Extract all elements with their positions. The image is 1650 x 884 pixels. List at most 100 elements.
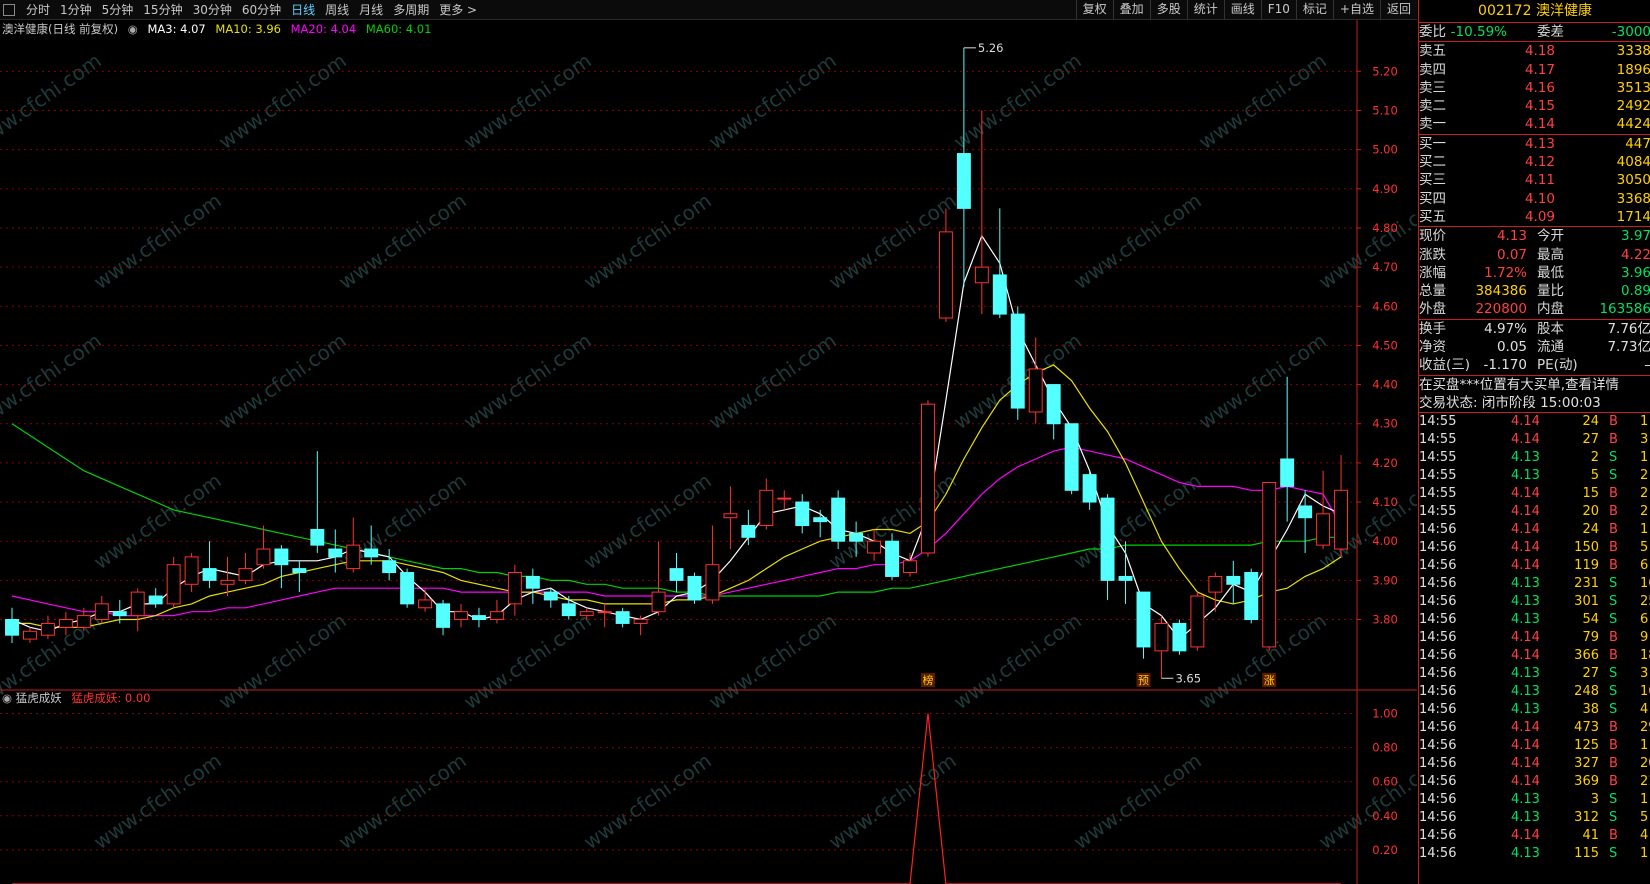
candle[interactable] (436, 599, 451, 636)
stat-label: 股本 (1537, 320, 1564, 337)
ask-level-row: 卖三 4.16 3513 (1419, 79, 1650, 97)
candle[interactable] (507, 564, 522, 616)
candle[interactable] (471, 607, 486, 628)
candle[interactable] (1316, 470, 1331, 550)
candle[interactable] (1082, 470, 1097, 510)
candle[interactable] (202, 541, 217, 589)
tick-time: 14:56 (1419, 719, 1457, 735)
candle-body (130, 591, 145, 617)
ask-level-volume: 1896 (1616, 61, 1650, 78)
candle[interactable] (1190, 592, 1205, 651)
bid-level-row: 买四 4.10 3368 (1419, 190, 1650, 208)
candle[interactable] (687, 572, 702, 604)
tick-price: 4.13 (1511, 593, 1540, 609)
tick-time: 14:55 (1419, 467, 1457, 483)
candle[interactable] (1118, 541, 1133, 604)
candle[interactable] (1064, 423, 1079, 495)
candle[interactable] (274, 545, 289, 589)
candle[interactable] (1244, 568, 1259, 624)
tick-price: 4.13 (1511, 449, 1540, 465)
candle[interactable] (615, 607, 630, 628)
candle[interactable] (1136, 591, 1151, 659)
tick-price: 4.13 (1511, 809, 1540, 825)
candle[interactable] (795, 494, 810, 534)
candle-body (956, 153, 971, 209)
candle[interactable] (1154, 615, 1169, 679)
candle[interactable] (454, 603, 468, 628)
candle[interactable] (920, 400, 935, 557)
candle[interactable] (723, 486, 738, 550)
watermark-text: www.cfchi.com (579, 468, 716, 574)
tick-volume: 79 (1582, 629, 1599, 645)
candle-body (777, 497, 792, 500)
candle[interactable] (525, 568, 540, 604)
candle[interactable] (651, 541, 666, 616)
candle[interactable] (1262, 481, 1277, 651)
candle[interactable] (669, 552, 684, 593)
price-tick-label: 4.20 (1372, 456, 1398, 470)
candle[interactable] (1334, 455, 1349, 557)
candle[interactable] (166, 556, 181, 608)
indicator-settings-icon[interactable]: ◉ (2, 691, 12, 705)
tick-count: 6 (1640, 611, 1649, 627)
kline-chart[interactable]: www.cfchi.com www.cfchi.com www.cfchi.com w… (0, 0, 1417, 884)
candle-body (1046, 384, 1061, 425)
candle[interactable] (1172, 619, 1187, 655)
stat-label: 最高 (1537, 246, 1564, 263)
candle[interactable] (1010, 306, 1025, 420)
candle[interactable] (831, 490, 846, 550)
candle[interactable] (130, 588, 145, 632)
watermark-text: www.cfchi.com (1194, 328, 1331, 434)
weibi-value: -10.59% (1450, 24, 1507, 40)
candle[interactable] (148, 588, 163, 608)
candle[interactable] (184, 552, 199, 593)
candle[interactable] (400, 568, 415, 608)
tick-list[interactable]: 14:55 4.14 24 B 1 14:55 4.14 27 B 3 14:55 4.13 2 S 1 14… (1419, 411, 1650, 863)
candle[interactable] (22, 627, 37, 644)
candle[interactable] (956, 47, 971, 287)
tick-time: 14:56 (1419, 791, 1457, 807)
candle[interactable] (705, 525, 720, 604)
tick-price: 4.14 (1511, 503, 1540, 519)
candle[interactable] (489, 599, 504, 624)
candle[interactable] (759, 478, 774, 530)
candle[interactable] (1226, 560, 1241, 604)
candle[interactable] (5, 607, 19, 644)
stat-label: 最低 (1537, 264, 1564, 281)
candle[interactable] (885, 533, 900, 581)
tick-row: 14:56 4.14 150 B 5 (1419, 539, 1650, 557)
candle[interactable] (903, 552, 917, 577)
candle[interactable] (382, 549, 397, 581)
candle[interactable] (292, 560, 307, 593)
tick-count: 29 (1640, 719, 1650, 735)
watermark-text: www.cfchi.com (214, 48, 351, 154)
candle[interactable] (1208, 572, 1223, 612)
stat-row: 总量 384386 量比 0.89 (1419, 282, 1650, 300)
candle[interactable] (597, 603, 612, 628)
candle[interactable] (238, 552, 253, 585)
candle-body (1154, 622, 1169, 652)
candle[interactable] (256, 525, 271, 569)
big-order-message[interactable]: 在买盘***位置有大买单,查看详情 (1419, 376, 1650, 394)
watermark-text: www.cfchi.com (1069, 748, 1206, 854)
candle[interactable] (1298, 490, 1313, 553)
candle[interactable] (418, 588, 433, 612)
tick-time: 14:56 (1419, 557, 1457, 573)
candle[interactable] (938, 208, 953, 322)
candle[interactable] (220, 556, 235, 597)
candle[interactable] (1280, 376, 1295, 522)
candle[interactable] (1100, 494, 1115, 600)
candle[interactable] (346, 517, 361, 573)
candle[interactable] (992, 208, 1007, 319)
tick-count: 18 (1640, 647, 1650, 663)
tick-row: 14:56 4.14 473 B 29 (1419, 719, 1650, 737)
tick-time: 14:56 (1419, 827, 1457, 843)
tick-volume: 231 (1574, 575, 1599, 591)
candle[interactable] (94, 596, 109, 624)
candle-body (1172, 622, 1187, 652)
candle[interactable] (777, 490, 792, 510)
stat-label: 现价 (1419, 228, 1446, 245)
candle[interactable] (1046, 384, 1061, 440)
candle[interactable] (813, 509, 828, 538)
candle[interactable] (741, 509, 756, 546)
